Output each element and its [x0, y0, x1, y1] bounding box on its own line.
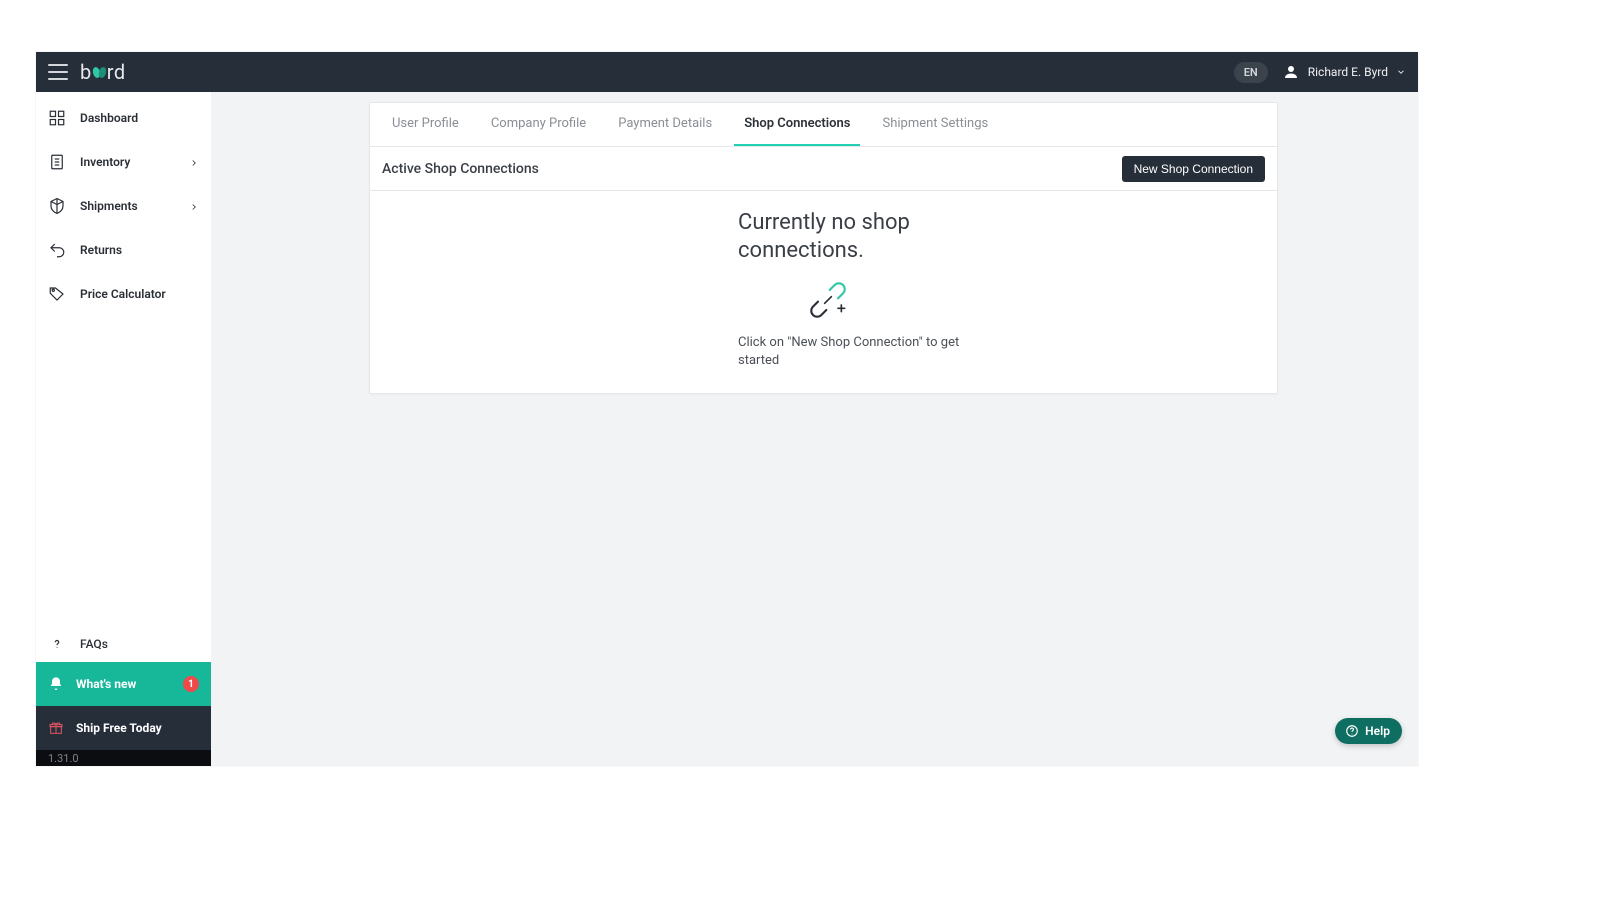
- tab-shipment-settings[interactable]: Shipment Settings: [872, 103, 998, 146]
- sidebar-item-inventory[interactable]: Inventory: [36, 140, 211, 184]
- logo-text-left: b: [80, 62, 92, 82]
- logo[interactable]: b rd: [80, 62, 126, 82]
- tab-label: Shop Connections: [744, 116, 850, 131]
- help-button[interactable]: Help: [1335, 718, 1402, 744]
- link-plus-icon: [808, 280, 848, 320]
- tab-shop-connections[interactable]: Shop Connections: [734, 103, 860, 146]
- tab-label: User Profile: [392, 116, 459, 131]
- whatsnew-badge: 1: [183, 676, 199, 692]
- help-label: Help: [1365, 724, 1390, 738]
- sidebar-item-label: Ship Free Today: [76, 721, 162, 735]
- topbar: b rd EN Richard E. Byrd: [36, 52, 1418, 92]
- tab-user-profile[interactable]: User Profile: [382, 103, 469, 146]
- sidebar-item-faqs[interactable]: FAQs: [36, 626, 211, 662]
- sidebar-item-whatsnew[interactable]: What's new 1: [36, 662, 211, 706]
- sidebar-item-label: Dashboard: [80, 111, 138, 125]
- help-icon: [1345, 724, 1359, 738]
- app-window: b rd EN Richard E. Byrd: [36, 52, 1418, 766]
- bell-icon: [48, 676, 64, 692]
- user-icon: [1282, 63, 1300, 81]
- gift-icon: [48, 720, 64, 736]
- chevron-right-icon: [189, 201, 199, 211]
- tab-label: Company Profile: [491, 116, 586, 131]
- sidebar-item-label: Inventory: [80, 155, 130, 169]
- section-title: Active Shop Connections: [382, 161, 539, 177]
- sidebar-item-shipfree[interactable]: Ship Free Today: [36, 706, 211, 750]
- tab-label: Shipment Settings: [882, 116, 988, 131]
- sidebar-item-label: Shipments: [80, 199, 138, 213]
- tab-company-profile[interactable]: Company Profile: [481, 103, 596, 146]
- version-label: 1.31.0: [36, 750, 211, 766]
- inventory-icon: [48, 153, 66, 171]
- sidebar-item-label: What's new: [76, 677, 136, 691]
- empty-state-title: Currently no shop connections.: [738, 209, 958, 264]
- dashboard-icon: [48, 109, 66, 127]
- sidebar: Dashboard Inventory Shipments: [36, 92, 211, 766]
- shipments-icon: [48, 197, 66, 215]
- sidebar-item-returns[interactable]: Returns: [36, 228, 211, 272]
- sidebar-item-price-calculator[interactable]: Price Calculator: [36, 272, 211, 316]
- menu-toggle-button[interactable]: [48, 64, 68, 80]
- main-content: User Profile Company Profile Payment Det…: [211, 92, 1418, 766]
- sidebar-item-label: Returns: [80, 243, 122, 257]
- empty-state-subtitle: Click on "New Shop Connection" to get st…: [738, 334, 978, 369]
- language-label: EN: [1244, 66, 1258, 79]
- leaf-icon: [93, 66, 106, 79]
- settings-tabs: User Profile Company Profile Payment Det…: [370, 103, 1277, 147]
- tab-label: Payment Details: [618, 116, 712, 131]
- sidebar-item-dashboard[interactable]: Dashboard: [36, 96, 211, 140]
- user-menu[interactable]: Richard E. Byrd: [1282, 63, 1406, 81]
- chevron-down-icon: [1396, 67, 1406, 77]
- tab-payment-details[interactable]: Payment Details: [608, 103, 722, 146]
- question-icon: [48, 637, 66, 651]
- empty-state: Currently no shop connections. Click on …: [370, 191, 1277, 393]
- chevron-right-icon: [189, 157, 199, 167]
- price-tag-icon: [48, 285, 66, 303]
- language-selector[interactable]: EN: [1234, 62, 1268, 83]
- sidebar-item-label: FAQs: [80, 637, 108, 651]
- settings-card: User Profile Company Profile Payment Det…: [369, 102, 1278, 394]
- returns-icon: [48, 241, 66, 259]
- section-header: Active Shop Connections New Shop Connect…: [370, 147, 1277, 191]
- user-name: Richard E. Byrd: [1308, 65, 1388, 79]
- sidebar-item-label: Price Calculator: [80, 287, 166, 301]
- new-shop-connection-button[interactable]: New Shop Connection: [1122, 156, 1265, 182]
- logo-text-right: rd: [107, 62, 126, 82]
- sidebar-item-shipments[interactable]: Shipments: [36, 184, 211, 228]
